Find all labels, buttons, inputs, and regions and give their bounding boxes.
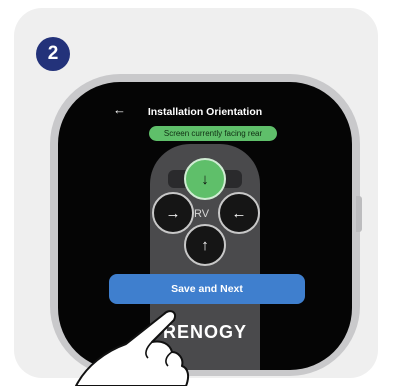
status-badge: Screen currently facing rear — [149, 126, 277, 141]
orientation-rear-button[interactable]: ↓ — [184, 158, 226, 200]
orientation-left-button[interactable]: → — [152, 192, 194, 234]
page-title: Installation Orientation — [147, 106, 263, 118]
vehicle-label: RV — [194, 208, 210, 220]
arrow-down-icon: ↓ — [201, 170, 209, 188]
arrow-right-icon: → — [165, 204, 181, 222]
arrow-left-icon: ← — [231, 204, 247, 222]
orientation-front-button[interactable]: ↑ — [184, 224, 226, 266]
orientation-right-button[interactable]: ← — [218, 192, 260, 234]
pointing-hand-icon — [75, 310, 190, 386]
device-side-button — [356, 196, 362, 232]
step-number-badge: 2 — [36, 37, 70, 71]
arrow-up-icon: ↑ — [201, 236, 209, 254]
